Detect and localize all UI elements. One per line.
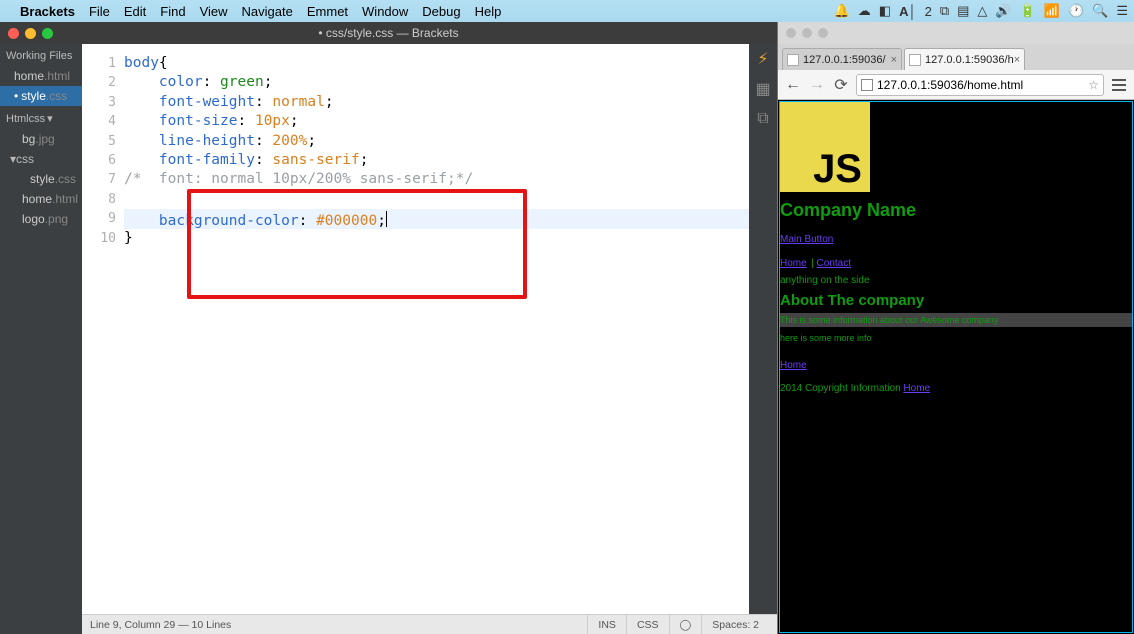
main-button-link[interactable]: Main Button	[780, 234, 833, 245]
chrome-window: 127.0.0.1:59036/×127.0.0.1:59036/h× ← → …	[778, 22, 1134, 634]
bookmark-star-icon[interactable]: ☆	[1088, 78, 1099, 92]
reload-button[interactable]: ⟳	[832, 76, 850, 94]
menu-help[interactable]: Help	[475, 4, 502, 19]
window-controls[interactable]	[8, 28, 53, 39]
favicon	[909, 54, 921, 66]
brackets-titlebar: • css/style.css — Brackets	[0, 22, 777, 44]
minimize-button[interactable]	[25, 28, 36, 39]
working-file-style[interactable]: •style.css	[0, 86, 82, 106]
paragraph-1: This is some information about our Aweso…	[780, 313, 1132, 327]
menu-window[interactable]: Window	[362, 4, 408, 19]
code-editor[interactable]: 12345678910 body{ color: green; font-wei…	[82, 44, 749, 614]
clock-icon[interactable]: 🕐	[1068, 3, 1084, 19]
brackets-sidebar: Working Files home.html•style.css htmlcs…	[0, 44, 82, 634]
mac-menubar: Brackets File Edit Find View Navigate Emmet Wi…	[0, 0, 1134, 22]
adobe-icon[interactable]: A│	[899, 4, 917, 19]
address-bar[interactable]: 127.0.0.1:59036/home.html ☆	[856, 74, 1104, 96]
line-gutter: 12345678910	[82, 44, 124, 248]
tree-file-logo[interactable]: logo.png	[0, 209, 82, 229]
code-line-9[interactable]: background-color: #000000;	[124, 209, 749, 228]
battery2-icon[interactable]: 🔋	[1020, 3, 1036, 19]
list-icon[interactable]: ☰	[1116, 3, 1128, 19]
notification-icon[interactable]: 🔔	[834, 3, 850, 19]
code-line-7[interactable]: /* font: normal 10px/200% sans-serif;*/	[124, 170, 749, 189]
project-root[interactable]: htmlcss▾	[0, 106, 82, 129]
chrome-tab[interactable]: 127.0.0.1:59036/×	[782, 48, 902, 70]
code-line-1[interactable]: body{	[124, 54, 749, 73]
chrome-menu-icon[interactable]	[1110, 79, 1128, 91]
menu-file[interactable]: File	[89, 4, 110, 19]
cursor-position: Line 9, Column 29 — 10 Lines	[90, 619, 587, 631]
dropbox-icon[interactable]: ⧉	[940, 3, 949, 19]
aside-text: anything on the side	[780, 273, 1132, 288]
code-line-6[interactable]: font-family: sans-serif;	[124, 151, 749, 170]
tool-rail: ⚡︎ ▦ ⧉	[749, 44, 777, 614]
menu-view[interactable]: View	[200, 4, 228, 19]
close-button[interactable]	[8, 28, 19, 39]
nav-contact-link[interactable]: Contact	[817, 258, 851, 269]
footer-home-link[interactable]: Home	[903, 383, 930, 394]
working-files-header[interactable]: Working Files	[0, 44, 82, 66]
close-button[interactable]	[786, 28, 796, 38]
zoom-button[interactable]	[818, 28, 828, 38]
app-icon[interactable]: 2	[925, 4, 932, 19]
page-icon	[861, 79, 873, 91]
wifi-icon[interactable]: 📶	[1044, 3, 1060, 19]
js-logo: JS	[780, 102, 870, 192]
back-button[interactable]: ←	[784, 76, 802, 94]
language-mode[interactable]: CSS	[626, 615, 669, 634]
extension-manager-icon[interactable]: ▦	[752, 78, 774, 100]
chrome-tabstrip: 127.0.0.1:59036/×127.0.0.1:59036/h×	[778, 44, 1134, 70]
code-line-10[interactable]: }	[124, 229, 749, 248]
working-file-home[interactable]: home.html	[0, 66, 82, 86]
chrome-titlebar	[778, 22, 1134, 44]
plugin-icon[interactable]: ⧉	[752, 108, 774, 130]
nav-home-link[interactable]: Home	[780, 258, 807, 269]
mac-menubar-right: 🔔 ☁︎ ◧ A│ 2 ⧉ ▤ △ 🔊 🔋 📶 🕐 🔍 ☰	[834, 3, 1128, 19]
footer: 2014 Copyright Information Home	[780, 379, 1132, 402]
display-icon[interactable]: ◧	[879, 3, 891, 19]
menu-find[interactable]: Find	[160, 4, 185, 19]
encoding-circle[interactable]: ◯	[669, 615, 702, 634]
code-line-8[interactable]	[124, 190, 749, 209]
menu-emmet[interactable]: Emmet	[307, 4, 348, 19]
code-line-3[interactable]: font-weight: normal;	[124, 93, 749, 112]
page-h2: About The company	[780, 288, 1132, 313]
indent-setting[interactable]: Spaces: 2	[701, 615, 769, 634]
minimize-button[interactable]	[802, 28, 812, 38]
page-viewport[interactable]: JS Company Name Main Button Home | Conta…	[779, 101, 1133, 633]
page-h1: Company Name	[780, 192, 1132, 225]
tree-file-style[interactable]: style.css	[0, 169, 82, 189]
status-bar: Line 9, Column 29 — 10 Lines INS CSS ◯ S…	[82, 614, 777, 634]
menu-edit[interactable]: Edit	[124, 4, 146, 19]
gdrive-icon[interactable]: △	[977, 3, 987, 19]
favicon	[787, 54, 799, 66]
code-line-4[interactable]: font-size: 10px;	[124, 112, 749, 131]
code-line-5[interactable]: line-height: 200%;	[124, 132, 749, 151]
menu-debug[interactable]: Debug	[422, 4, 460, 19]
forward-button[interactable]: →	[808, 76, 826, 94]
link-home[interactable]: Home	[780, 360, 807, 371]
tree-file-home[interactable]: home.html	[0, 189, 82, 209]
menu-navigate[interactable]: Navigate	[242, 4, 293, 19]
app-name[interactable]: Brackets	[20, 4, 75, 19]
battery-icon[interactable]: ▤	[957, 3, 969, 19]
live-preview-icon[interactable]: ⚡︎	[752, 48, 774, 70]
chrome-tab[interactable]: 127.0.0.1:59036/h×	[904, 48, 1025, 70]
zoom-button[interactable]	[42, 28, 53, 39]
spotlight-icon[interactable]: 🔍	[1092, 3, 1108, 19]
window-title: • css/style.css — Brackets	[318, 26, 458, 40]
paragraph-2: here is some more info	[780, 327, 1132, 349]
folder-css[interactable]: ▾css	[0, 149, 82, 169]
insert-mode[interactable]: INS	[587, 615, 626, 634]
volume-icon[interactable]: 🔊	[995, 3, 1011, 19]
headphones-icon[interactable]: ☁︎	[858, 3, 871, 19]
tree-file-bg[interactable]: bg.jpg	[0, 129, 82, 149]
tab-close-icon[interactable]: ×	[891, 54, 897, 66]
brackets-window: • css/style.css — Brackets Working Files…	[0, 22, 778, 634]
tab-close-icon[interactable]: ×	[1014, 54, 1020, 66]
url-text: 127.0.0.1:59036/home.html	[877, 78, 1023, 92]
chrome-toolbar: ← → ⟳ 127.0.0.1:59036/home.html ☆	[778, 70, 1134, 100]
code-line-2[interactable]: color: green;	[124, 73, 749, 92]
